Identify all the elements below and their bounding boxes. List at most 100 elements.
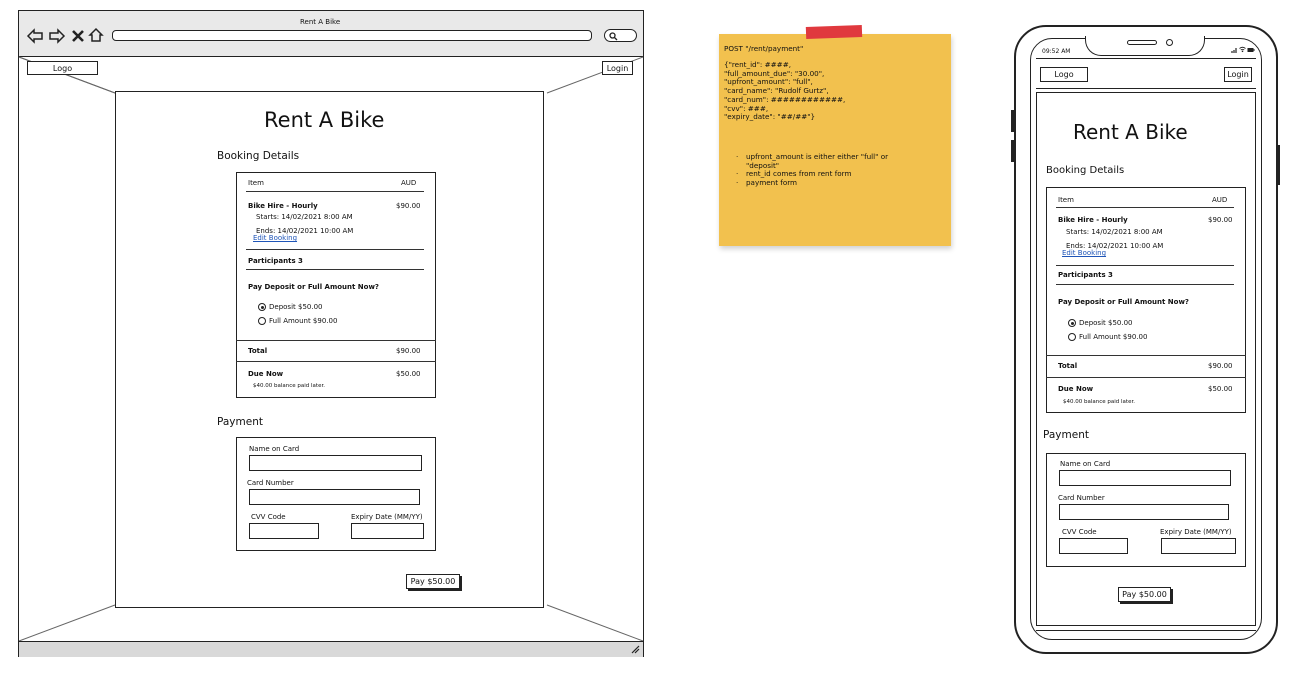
mobile-name-input[interactable] (1059, 470, 1231, 486)
close-icon[interactable] (72, 30, 84, 42)
note-body: {"rent_id": ####, "full_amount_due": "30… (724, 60, 845, 122)
mobile-logo-button[interactable]: Logo (1040, 67, 1088, 82)
cvv-label: CVV Code (251, 513, 286, 521)
mobile-card-input[interactable] (1059, 504, 1229, 520)
mobile-header-line (1036, 88, 1256, 89)
mobile-payment-heading: Payment (1043, 429, 1089, 441)
expiry-input[interactable] (351, 523, 424, 539)
battery-icon (1247, 48, 1255, 52)
item-column-header: Item (248, 179, 264, 187)
browser-title: Rent A Bike (300, 18, 341, 26)
mobile-expiry-label: Expiry Date (MM/YY) (1160, 528, 1232, 536)
divider (246, 269, 424, 270)
mobile-deposit-label: Deposit $50.00 (1079, 319, 1133, 327)
full-amount-option-label: Full Amount $90.00 (269, 317, 338, 325)
mobile-expiry-input[interactable] (1161, 538, 1236, 554)
volume-button (1011, 140, 1014, 162)
sticky-tape (805, 25, 863, 39)
deposit-option-label: Deposit $50.00 (269, 303, 323, 311)
item-name: Bike Hire - Hourly (248, 202, 318, 210)
divider (246, 249, 424, 250)
mobile-page-title: Rent A Bike (1073, 120, 1188, 144)
mobile-full-amount-radio[interactable] (1068, 333, 1076, 341)
cvv-input[interactable] (249, 523, 319, 539)
mobile-deposit-radio[interactable] (1068, 319, 1076, 327)
note-title: POST "/rent/payment" (724, 44, 804, 53)
note-bullet: · payment form (736, 178, 798, 188)
pay-option-question: Pay Deposit or Full Amount Now? (248, 283, 379, 291)
total-label: Total (248, 347, 268, 355)
mobile-name-label: Name on Card (1060, 460, 1111, 468)
card-number-input[interactable] (249, 489, 420, 505)
pay-button[interactable]: Pay $50.00 (406, 574, 460, 589)
divider (1046, 377, 1246, 378)
due-now-value: $50.00 (396, 370, 421, 378)
participants-label: Participants (248, 257, 296, 265)
total-value: $90.00 (396, 347, 421, 355)
search-button[interactable] (604, 29, 637, 42)
mobile-pay-button[interactable]: Pay $50.00 (1118, 587, 1171, 602)
browser-statusbar (19, 641, 643, 657)
forward-arrow-icon[interactable] (49, 28, 66, 44)
mobile-full-amount-label: Full Amount $90.00 (1079, 333, 1148, 341)
mobile-currency-header: AUD (1212, 196, 1228, 204)
start-time: Starts: 14/02/2021 8:00 AM (256, 213, 353, 221)
mobile-due-label: Due Now (1058, 385, 1094, 393)
mobile-cvv-input[interactable] (1059, 538, 1128, 554)
divider (1056, 265, 1234, 266)
mobile-participants-label: Participants (1058, 271, 1106, 279)
booking-heading: Booking Details (217, 150, 300, 162)
deposit-radio[interactable] (258, 303, 266, 311)
divider (236, 340, 436, 341)
mobile-item-name: Bike Hire - Hourly (1058, 216, 1128, 224)
mobile-participants-value: 3 (1108, 271, 1113, 279)
page-title: Rent A Bike (264, 108, 385, 132)
mobile-header-line (1036, 58, 1256, 59)
mobile-balance-note: $40.00 balance paid later. (1063, 399, 1135, 405)
mobile-cvv-label: CVV Code (1062, 528, 1097, 536)
mobile-booking-heading: Booking Details (1046, 165, 1125, 176)
mobile-card-label: Card Number (1058, 494, 1105, 502)
search-icon (609, 32, 618, 41)
signal-icon (1231, 48, 1237, 53)
wifi-icon (1239, 46, 1246, 53)
volume-button (1011, 110, 1014, 132)
status-time: 09:52 AM (1042, 48, 1071, 55)
name-on-card-label: Name on Card (249, 445, 300, 453)
full-amount-radio[interactable] (258, 317, 266, 325)
home-icon[interactable] (88, 27, 104, 42)
phone-bottom-line (1036, 630, 1256, 631)
login-button[interactable]: Login (602, 61, 633, 75)
back-arrow-icon[interactable] (26, 28, 43, 44)
power-button (1277, 145, 1280, 185)
divider (236, 361, 436, 362)
note-line: "expiry_date": "##/##"} (724, 112, 816, 122)
address-bar[interactable] (112, 30, 592, 41)
item-price: $90.00 (396, 202, 421, 210)
mobile-login-button[interactable]: Login (1224, 67, 1252, 82)
phone-notch (1085, 36, 1205, 56)
divider (1056, 284, 1234, 285)
mobile-pay-question: Pay Deposit or Full Amount Now? (1058, 298, 1189, 306)
mobile-total-value: $90.00 (1208, 362, 1233, 370)
balance-note: $40.00 balance paid later. (253, 383, 325, 389)
logo-button[interactable]: Logo (27, 61, 98, 75)
divider (1056, 207, 1234, 208)
expiry-label: Expiry Date (MM/YY) (351, 513, 423, 521)
resize-grip-icon[interactable] (631, 645, 640, 654)
divider (1046, 355, 1246, 356)
name-on-card-input[interactable] (249, 455, 422, 471)
note-bullets: · upfront_amount is either either "full" … (736, 152, 888, 188)
divider (246, 191, 424, 192)
speaker (1127, 40, 1157, 45)
payment-heading: Payment (217, 416, 263, 428)
front-camera (1166, 39, 1173, 46)
edit-booking-link[interactable]: Edit Booking (253, 233, 297, 243)
mobile-due-value: $50.00 (1208, 385, 1233, 393)
currency-column-header: AUD (401, 179, 417, 187)
mobile-total-label: Total (1058, 362, 1078, 370)
mobile-start-time: Starts: 14/02/2021 8:00 AM (1066, 228, 1163, 236)
participants-value: 3 (298, 257, 303, 265)
mobile-item-header: Item (1058, 196, 1074, 204)
mobile-edit-booking-link[interactable]: Edit Booking (1062, 248, 1106, 258)
